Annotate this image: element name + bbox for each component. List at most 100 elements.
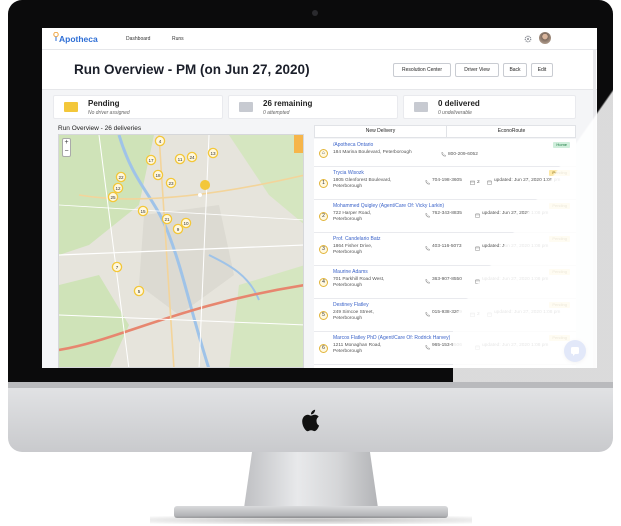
map-marker[interactable]: 5 (133, 285, 145, 297)
delivery-row[interactable]: 2 Mohammed Quigley (Agent/Care Of: Vicky … (314, 200, 576, 233)
phone-number: 015-938-3209 (432, 310, 462, 315)
updated-timestamp: updated: Jun 27, 2020 1:08 pm (494, 178, 561, 183)
delivery-address: 1211 Monaghan Road, Peterborough (333, 343, 382, 354)
status-badge: Pending (549, 170, 570, 176)
map-marker[interactable]: 11 (174, 153, 186, 165)
stop-number: 2 (319, 212, 328, 221)
marker-label: 25 (110, 195, 116, 200)
driver-view-button[interactable]: Driver View (455, 63, 499, 77)
home-icon: ⌂ (319, 149, 328, 158)
map-marker[interactable]: 9 (172, 223, 184, 235)
delivered-sub: 0 undeliverable (438, 110, 472, 116)
map-marker[interactable]: 18 (152, 169, 164, 181)
calendar-icon (487, 180, 492, 185)
calendar-icon (475, 345, 480, 350)
delivery-list: ⌂ /Apotheca Ontario 184 Marina Boulevard, … (314, 139, 576, 368)
phone-icon (425, 279, 430, 284)
updated-timestamp: updated: Jun 27, 2020 1:08 pm (482, 244, 549, 249)
phone-icon (425, 246, 430, 251)
marker-label: 24 (189, 155, 195, 160)
recipient-name[interactable]: Trycia Wisozk (333, 170, 364, 176)
marker-label: 11 (178, 157, 183, 162)
delivered-status-icon (414, 102, 428, 112)
gear-icon[interactable] (524, 35, 532, 43)
calendar-icon (475, 213, 480, 218)
page-scrollbar[interactable] (593, 50, 596, 368)
map-marker[interactable]: 12 (112, 182, 124, 194)
page-header: Run Overview - PM (on Jun 27, 2020) Reso… (42, 50, 597, 90)
delivery-row[interactable]: 6 Marcos Flatley PhD (Agent/Care Of: Rodr… (314, 332, 576, 365)
delivery-address: 1805 Glenforest Boulevard, Peterborough (333, 178, 392, 189)
stop-number: 6 (319, 344, 328, 353)
package-count: 2 (477, 180, 480, 185)
phone-icon (425, 213, 430, 218)
depot-pin-icon[interactable] (198, 180, 211, 201)
marker-label: 23 (168, 181, 174, 186)
delivery-row[interactable]: 4 Maurine Adams 701 Parkhill Road West, Pe… (314, 266, 576, 299)
nav-link-dashboard[interactable]: Dashboard (126, 36, 150, 42)
imac-mockup: Apotheca Dashboard Runs Run Overview - P… (0, 0, 621, 526)
back-button[interactable]: Back (503, 63, 527, 77)
status-card-delivered: 0 delivered 0 undeliverable (403, 95, 576, 119)
recipient-name[interactable]: Mohammed Quigley (Agent/Care Of: Vicky L… (333, 203, 444, 209)
remaining-main: 26 remaining (263, 99, 313, 108)
package-icon (470, 180, 475, 185)
phone-number: 965-153-9506 (432, 343, 462, 348)
stop-number: 4 (319, 278, 328, 287)
pending-status-icon (64, 102, 78, 112)
marker-label: 17 (148, 158, 154, 163)
recipient-name[interactable]: Maurine Adams (333, 269, 368, 275)
map-marker[interactable]: 10 (180, 217, 192, 229)
app-logo[interactable]: Apotheca (59, 34, 98, 44)
tab-econoroute[interactable]: EconoRoute (446, 126, 577, 137)
map-marker[interactable]: 24 (186, 151, 198, 163)
resolution-center-button[interactable]: Resolution Center (393, 63, 451, 77)
delivered-main: 0 delivered (438, 99, 480, 108)
updated-timestamp: updated: Jun 27, 2020 1:08 pm (482, 277, 549, 282)
delivery-row[interactable]: 3 Prof. Candelario Batz 1864 Fisher Drive,… (314, 233, 576, 266)
recipient-name[interactable]: Prof. Candelario Batz (333, 236, 381, 242)
phone-number: 800-209-6052 (448, 152, 478, 157)
phone-icon (425, 180, 430, 185)
recipient-name[interactable]: /Apotheca Ontario (333, 142, 373, 148)
map-marker[interactable]: 21 (161, 213, 173, 225)
map-marker[interactable]: 4 (154, 135, 166, 147)
nav-link-runs[interactable]: Runs (172, 36, 184, 42)
user-avatar[interactable] (539, 32, 551, 44)
map-marker[interactable]: 22 (115, 171, 127, 183)
tab-new-delivery[interactable]: New Delivery (315, 126, 446, 137)
edit-button[interactable]: Edit (531, 63, 553, 77)
delivery-address: 1864 Fisher Drive, Peterborough (333, 244, 373, 255)
status-badge: Home (553, 142, 570, 148)
delivery-row[interactable]: 5 Destiney Flatley 249 Simcoe Street, Pete… (314, 299, 576, 332)
map-title: Run Overview - 26 deliveries (58, 125, 142, 132)
monitor-stand (244, 452, 378, 508)
phone-icon (425, 345, 430, 350)
recipient-name[interactable]: Destiney Flatley (333, 302, 369, 308)
map-markers: 261684171124132212182325152110975 (107, 135, 219, 297)
status-badge: Pending (549, 203, 570, 209)
map-marker[interactable]: 15 (137, 205, 149, 217)
depot-row[interactable]: ⌂ /Apotheca Ontario 184 Marina Boulevard, … (314, 139, 576, 167)
marker-label: 21 (164, 217, 170, 222)
camera-icon (312, 10, 318, 16)
map-marker[interactable]: 13 (207, 147, 219, 159)
chat-icon (571, 347, 579, 356)
delivery-map[interactable]: + − 261684171124132212182325152110975 (58, 134, 304, 368)
chat-button[interactable] (564, 340, 586, 362)
apple-logo-icon (302, 409, 320, 432)
delivery-address: 701 Parkhill Road West, Peterborough (333, 277, 385, 288)
status-badge: Pending (549, 269, 570, 275)
remaining-status-icon (239, 102, 253, 112)
calendar-icon (475, 279, 480, 284)
status-main: Pending (88, 99, 120, 108)
calendar-icon (487, 312, 492, 317)
updated-timestamp: updated: Jun 27, 2020 1:08 pm (494, 310, 561, 315)
map-marker[interactable]: 7 (111, 261, 123, 273)
map-marker[interactable]: 25 (107, 191, 119, 203)
recipient-name[interactable]: Marcos Flatley PhD (Agent/Care Of: Rodri… (333, 335, 450, 341)
delivery-row[interactable]: 1 Trycia Wisozk 1805 Glenforest Boulevard,… (314, 167, 576, 200)
map-marker[interactable]: 17 (145, 154, 157, 166)
map-marker[interactable]: 23 (165, 177, 177, 189)
phone-icon (441, 152, 446, 157)
